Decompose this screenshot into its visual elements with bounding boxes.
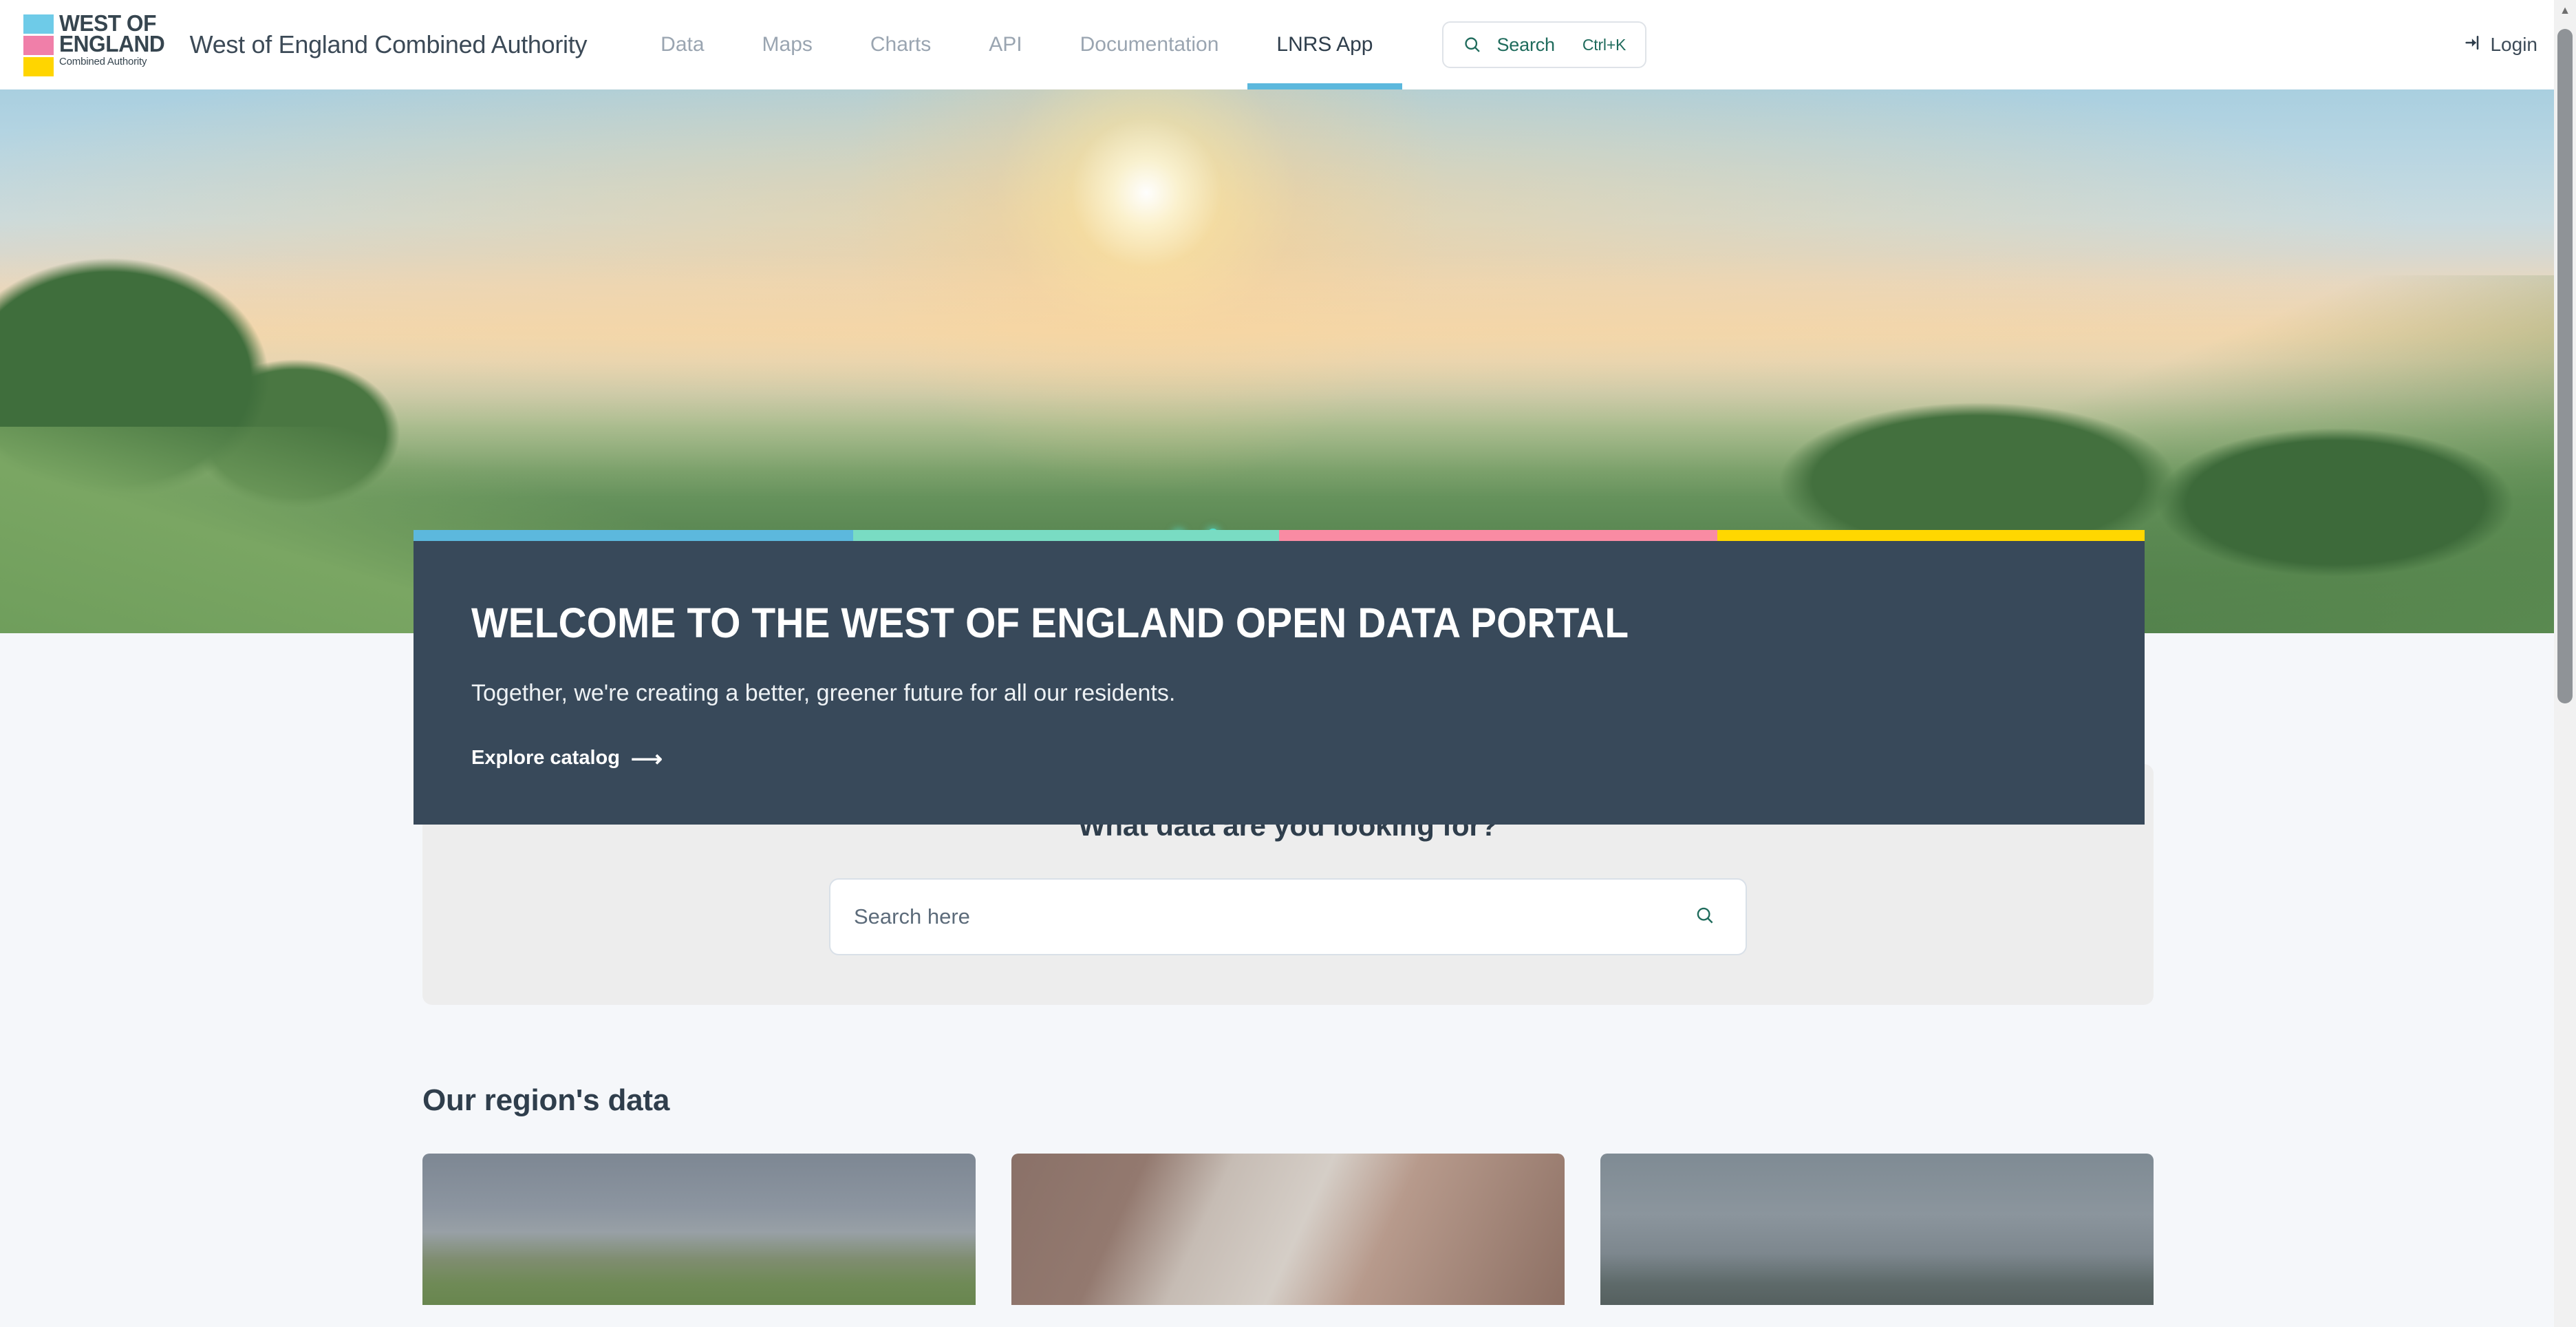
data-card-grid: [422, 1154, 2154, 1305]
hands-paper-card[interactable]: [1011, 1154, 1565, 1305]
nav-item-lnrs-app[interactable]: LNRS App: [1247, 0, 1402, 89]
welcome-subtitle: Together, we're creating a better, green…: [471, 680, 1176, 706]
logo-swatch-yellow: [23, 57, 54, 76]
accent-segment-yellow: [1717, 530, 2145, 541]
accent-segment-pink: [1278, 530, 1717, 541]
page-scrollbar[interactable]: ▲: [2554, 0, 2576, 1327]
logo-swatch-blue: [23, 14, 54, 34]
logo-line-3: Combined Authority: [59, 55, 147, 67]
nav-item-charts[interactable]: Charts: [841, 0, 960, 89]
explore-catalog-link[interactable]: Explore catalog ⟶: [471, 747, 663, 769]
logo-wordmark: WEST OF ENGLAND Combined Authority: [59, 12, 169, 67]
login-label: Login: [2490, 34, 2537, 55]
construction-crane-card[interactable]: [1600, 1154, 2154, 1305]
scrollbar-thumb[interactable]: [2557, 29, 2573, 703]
scroll-up-arrow-icon[interactable]: ▲: [2554, 0, 2576, 22]
accent-color-bar: [414, 530, 2145, 541]
accent-segment-mint: [853, 530, 1279, 541]
primary-nav: Data Maps Charts API Documentation LNRS …: [632, 0, 1402, 89]
search-trigger-label: Search: [1496, 34, 1556, 55]
logo-color-swatches: [23, 13, 54, 76]
login-arrow-icon: [2463, 33, 2482, 57]
logo-line-2: ENGLAND: [59, 31, 165, 57]
global-search-trigger[interactable]: Search Ctrl+K: [1441, 21, 1647, 68]
site-title: West of England Combined Authority: [189, 30, 588, 59]
arrow-right-icon: ⟶: [630, 745, 663, 771]
section-title: Our region's data: [422, 1083, 670, 1117]
nav-item-data[interactable]: Data: [632, 0, 733, 89]
nav-item-api[interactable]: API: [960, 0, 1051, 89]
accent-segment-blue: [414, 530, 854, 541]
welcome-card: WELCOME TO THE WEST OF ENGLAND OPEN DATA…: [414, 541, 2145, 825]
explore-catalog-label: Explore catalog: [471, 747, 620, 769]
welcome-heading: WELCOME TO THE WEST OF ENGLAND OPEN DATA…: [471, 599, 1629, 646]
card-thumbnail: [1011, 1154, 1565, 1305]
countryside-field-card[interactable]: [422, 1154, 976, 1305]
nav-item-maps[interactable]: Maps: [733, 0, 841, 89]
card-thumbnail: [1600, 1154, 2154, 1305]
search-icon[interactable]: [1695, 905, 1715, 929]
top-navigation-bar: WEST OF ENGLAND Combined Authority West …: [0, 0, 2576, 89]
brand[interactable]: WEST OF ENGLAND Combined Authority West …: [23, 12, 588, 76]
search-input[interactable]: [854, 904, 1695, 929]
search-shortcut-hint: Ctrl+K: [1582, 35, 1627, 54]
logo-swatch-pink: [23, 36, 54, 55]
login-button[interactable]: Login: [2463, 33, 2537, 57]
nav-item-documentation[interactable]: Documentation: [1051, 0, 1248, 89]
card-thumbnail: [422, 1154, 976, 1305]
search-icon: [1463, 35, 1482, 54]
our-regions-data-section: Our region's data: [422, 1083, 2154, 1305]
weca-logo: WEST OF ENGLAND Combined Authority: [23, 12, 169, 76]
welcome-card-wrapper: WELCOME TO THE WEST OF ENGLAND OPEN DATA…: [414, 530, 2145, 825]
catalog-search-box[interactable]: [829, 878, 1747, 955]
